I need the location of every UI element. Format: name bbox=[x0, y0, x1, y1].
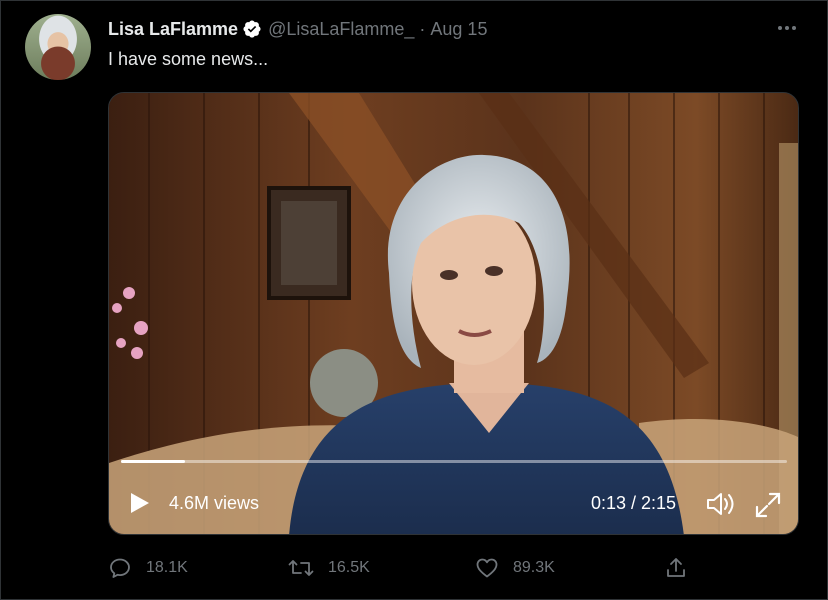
retweet-button[interactable]: 16.5K bbox=[288, 556, 370, 580]
retweet-count: 16.5K bbox=[328, 559, 370, 576]
video-time: 0:13 / 2:15 bbox=[591, 493, 677, 513]
fullscreen-icon[interactable] bbox=[754, 491, 782, 519]
view-count: 4.6M views bbox=[169, 493, 260, 513]
verified-badge-icon bbox=[243, 20, 261, 38]
author-name[interactable]: Lisa LaFlamme bbox=[108, 19, 238, 40]
video-progress-fill bbox=[121, 460, 185, 463]
reply-count: 18.1K bbox=[146, 559, 188, 576]
tweet-date[interactable]: Aug 15 bbox=[430, 19, 487, 40]
reply-icon bbox=[110, 558, 130, 578]
play-icon[interactable] bbox=[127, 491, 151, 515]
volume-icon[interactable] bbox=[705, 491, 735, 517]
heart-icon bbox=[476, 558, 498, 578]
video-progress-bar[interactable] bbox=[121, 460, 787, 463]
retweet-icon bbox=[288, 560, 314, 576]
like-count: 89.3K bbox=[513, 559, 555, 576]
separator-dot: · bbox=[419, 18, 426, 39]
tweet-actions: 18.1K 16.5K 89.3K bbox=[0, 556, 828, 580]
like-button[interactable]: 89.3K bbox=[475, 556, 555, 580]
more-horizontal-icon[interactable] bbox=[774, 18, 800, 38]
video-frame bbox=[109, 93, 798, 534]
reply-button[interactable]: 18.1K bbox=[108, 556, 188, 580]
avatar[interactable] bbox=[25, 14, 91, 80]
tweet-text: I have some news... bbox=[108, 49, 269, 69]
share-button[interactable] bbox=[664, 556, 702, 580]
share-icon bbox=[667, 558, 685, 577]
tweet-header: Lisa LaFlamme @LisaLaFlamme_ · Aug 15 bbox=[108, 17, 487, 41]
video-player[interactable]: 4.6M views 0:13 / 2:15 bbox=[108, 92, 799, 535]
author-handle[interactable]: @LisaLaFlamme_ bbox=[268, 19, 414, 40]
